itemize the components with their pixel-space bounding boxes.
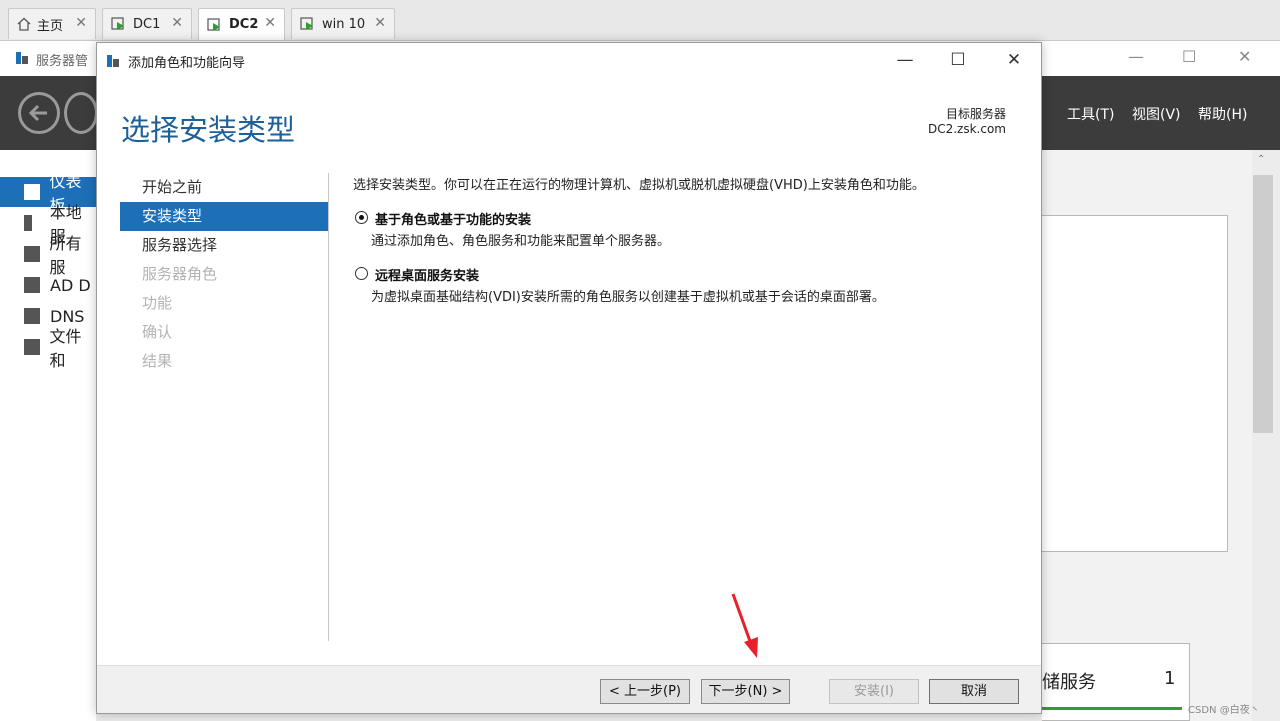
- target-server-info: 目标服务器 DC2.zsk.com: [928, 107, 1006, 137]
- server-manager-icon: [16, 52, 28, 64]
- minimize-icon[interactable]: —: [1128, 47, 1144, 66]
- storage-services-tile[interactable]: 储服务 1: [1042, 643, 1190, 721]
- server-manager-icon: [107, 55, 119, 67]
- close-icon[interactable]: ✕: [1238, 47, 1251, 66]
- tab-label: win 10: [322, 16, 366, 32]
- tab-win10[interactable]: win 10 ✕: [291, 8, 395, 39]
- tile-status-bar: [1042, 707, 1182, 710]
- nav-item-before-you-begin[interactable]: 开始之前: [120, 173, 328, 202]
- option-label[interactable]: 基于角色或基于功能的安装: [375, 209, 531, 228]
- menu-help[interactable]: 帮助(H): [1198, 104, 1247, 124]
- option-description: 为虚拟桌面基础结构(VDI)安装所需的角色服务以创建基于虚拟机或基于会话的桌面部…: [371, 290, 885, 305]
- server-manager-sidebar: 仪表板 本地服 所有服 AD D DNS 文件和: [0, 150, 96, 721]
- menu-view[interactable]: 视图(V): [1132, 104, 1181, 124]
- minimize-icon[interactable]: —: [888, 48, 922, 72]
- scroll-up-icon[interactable]: ⌃: [1257, 154, 1265, 165]
- servers-icon: [24, 246, 40, 262]
- menu-tools[interactable]: 工具(T): [1067, 104, 1114, 124]
- nav-item-results: 结果: [142, 352, 173, 370]
- file-storage-icon: [24, 339, 40, 355]
- vm-icon: [207, 17, 220, 31]
- vm-icon: [300, 17, 313, 30]
- scrollbar-thumb[interactable]: [1253, 175, 1273, 433]
- nav-item-confirmation: 确认: [142, 323, 173, 341]
- maximize-icon[interactable]: ☐: [1182, 47, 1196, 66]
- tab-home[interactable]: 主页 ✕: [8, 8, 96, 39]
- role-based-radio[interactable]: [355, 211, 368, 224]
- page-title: 选择安装类型: [121, 113, 296, 147]
- target-label: 目标服务器: [945, 107, 1006, 121]
- sidebar-item-all-servers[interactable]: 所有服: [0, 234, 96, 277]
- tab-label: DC1: [133, 16, 161, 32]
- tile-count: 1: [1164, 668, 1176, 689]
- sidebar-item-file-storage[interactable]: 文件和: [0, 327, 96, 370]
- ad-ds-icon: [24, 277, 40, 293]
- home-icon: [17, 17, 31, 31]
- forward-button[interactable]: [64, 92, 98, 134]
- host-tab-bar: 主页 ✕ DC1 ✕ DC2 ✕ win 10 ✕: [0, 0, 1280, 40]
- dns-icon: [24, 308, 40, 324]
- sidebar-item-ad-ds[interactable]: AD D: [0, 270, 96, 300]
- nav-divider: [328, 173, 329, 641]
- tab-label: DC2: [229, 17, 259, 32]
- maximize-icon[interactable]: ☐: [941, 48, 975, 72]
- back-button[interactable]: [18, 92, 60, 134]
- cancel-button[interactable]: 取消: [929, 679, 1019, 704]
- nav-item-server-roles: 服务器角色: [142, 265, 218, 283]
- close-icon[interactable]: ✕: [374, 15, 386, 31]
- arrow-left-icon: [28, 104, 47, 122]
- next-button[interactable]: 下一步(N) >: [701, 679, 790, 704]
- welcome-panel: [1042, 215, 1228, 552]
- vm-icon: [111, 17, 124, 30]
- close-icon[interactable]: ✕: [75, 15, 87, 31]
- server-manager-title: 服务器管: [36, 54, 89, 69]
- close-icon[interactable]: ✕: [997, 48, 1031, 72]
- vertical-scrollbar[interactable]: ⌃: [1252, 150, 1280, 721]
- tile-name: 储服务: [1042, 672, 1096, 693]
- nav-item-server-selection[interactable]: 服务器选择: [120, 231, 328, 260]
- previous-button[interactable]: < 上一步(P): [600, 679, 690, 704]
- option-description: 通过添加角色、角色服务和功能来配置单个服务器。: [371, 234, 671, 249]
- remote-desktop-radio[interactable]: [355, 267, 368, 280]
- annotation-arrow-icon: [731, 593, 758, 658]
- tab-dc1[interactable]: DC1 ✕: [102, 8, 192, 39]
- nav-item-installation-type[interactable]: 安装类型: [120, 202, 328, 231]
- tab-dc2[interactable]: DC2 ✕: [198, 8, 285, 40]
- wizard-window-title: 添加角色和功能向导: [128, 56, 246, 71]
- sidebar-item-label: 文件和: [49, 327, 82, 370]
- target-server: DC2.zsk.com: [927, 122, 1006, 136]
- dashboard-icon: [24, 184, 40, 200]
- tab-label: 主页: [37, 18, 64, 34]
- page-description: 选择安装类型。你可以在正在运行的物理计算机、虚拟机或脱机虚拟硬盘(VHD)上安装…: [353, 178, 925, 193]
- wizard-titlebar[interactable]: 添加角色和功能向导 — ☐ ✕: [97, 43, 1041, 77]
- close-icon[interactable]: ✕: [171, 15, 183, 31]
- server-icon: [24, 215, 32, 231]
- option-label[interactable]: 远程桌面服务安装: [375, 265, 479, 284]
- watermark: CSDN @白夜丶: [1188, 705, 1260, 716]
- wizard-footer: < 上一步(P) 下一步(N) > 安装(I) 取消: [97, 665, 1041, 713]
- sidebar-item-label: AD D: [50, 275, 91, 295]
- wizard-nav: 开始之前 安装类型 服务器选择 服务器角色 功能 确认 结果: [120, 173, 328, 376]
- install-button: 安装(I): [829, 679, 919, 704]
- add-roles-wizard: 添加角色和功能向导 — ☐ ✕ 选择安装类型 目标服务器 DC2.zsk.com…: [96, 42, 1042, 714]
- close-icon[interactable]: ✕: [264, 15, 276, 31]
- nav-item-features: 功能: [142, 294, 173, 312]
